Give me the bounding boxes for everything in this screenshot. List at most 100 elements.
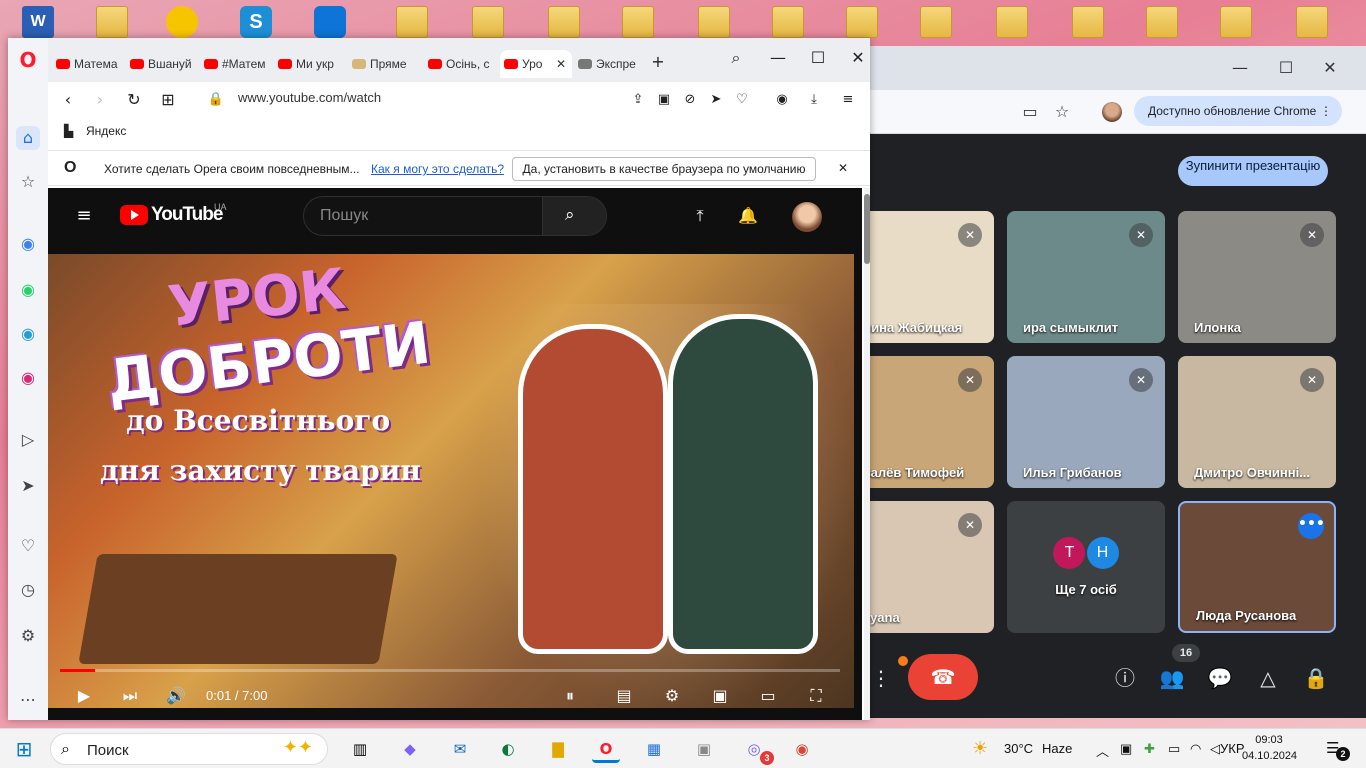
stop-presenting-button[interactable]: Зупинити презентацію bbox=[1178, 156, 1328, 186]
teamviewer-icon[interactable] bbox=[314, 6, 346, 38]
minimize-icon[interactable]: — bbox=[766, 46, 790, 70]
close-icon[interactable]: ✕ bbox=[1320, 58, 1340, 78]
folder-icon[interactable] bbox=[472, 6, 504, 38]
autoplay-toggle-icon[interactable]: ⏸ bbox=[558, 684, 582, 708]
participant-tile[interactable]: ✕ Дмитро Овчинні... bbox=[1178, 356, 1336, 488]
task-view-icon[interactable]: ▥ bbox=[346, 735, 374, 763]
camera-icon[interactable]: ▭ bbox=[1020, 102, 1040, 122]
history-icon[interactable]: ◷ bbox=[16, 578, 40, 602]
theater-mode-icon[interactable]: ▭ bbox=[756, 684, 780, 708]
download-icon[interactable]: ⤓ bbox=[802, 88, 826, 112]
telegram-icon[interactable]: ◉ bbox=[16, 322, 40, 346]
close-tab-icon[interactable]: ✕ bbox=[556, 50, 566, 78]
leave-call-button[interactable]: ☎ bbox=[908, 654, 978, 700]
wifi-icon[interactable]: ◠ bbox=[1190, 741, 1201, 757]
folder-icon[interactable] bbox=[1220, 6, 1252, 38]
folder-icon[interactable] bbox=[622, 6, 654, 38]
tab-active[interactable]: Уро ✕ bbox=[500, 50, 572, 78]
bookmarks-icon[interactable]: ☆ bbox=[16, 170, 40, 194]
chat-icon[interactable]: 💬 bbox=[1204, 662, 1236, 694]
folder-icon[interactable] bbox=[548, 6, 580, 38]
participant-tile[interactable]: ✕ ира сымыклит bbox=[1007, 211, 1165, 343]
tab[interactable]: Матема bbox=[52, 50, 122, 78]
folder-icon[interactable] bbox=[772, 6, 804, 38]
participant-tile-self[interactable]: ••• Люда Русанова bbox=[1178, 501, 1336, 633]
messenger-icon[interactable]: ◉ bbox=[16, 232, 40, 256]
minimize-icon[interactable]: — bbox=[1230, 58, 1250, 78]
viber-icon[interactable]: ◎ 3 bbox=[740, 735, 774, 765]
menu-icon[interactable]: ≡ bbox=[72, 204, 96, 228]
chrome-taskbar-icon[interactable]: ◉ bbox=[788, 735, 816, 763]
tab[interactable]: Пряме bbox=[348, 50, 420, 78]
info-icon[interactable]: ⓘ bbox=[1109, 662, 1141, 694]
tray-app-icon[interactable]: ✚ bbox=[1144, 741, 1155, 757]
people-icon[interactable]: 👥 bbox=[1156, 662, 1188, 694]
folder-icon[interactable] bbox=[698, 6, 730, 38]
notifications-icon[interactable]: 🔔 bbox=[736, 204, 760, 228]
share-icon[interactable]: ⇪ bbox=[626, 88, 650, 112]
participant-tile[interactable]: ✕ Илонка bbox=[1178, 211, 1336, 343]
weather-desc[interactable]: Haze bbox=[1042, 741, 1072, 756]
tray-app-icon[interactable]: ▣ bbox=[1120, 741, 1132, 757]
participant-tile[interactable]: ✕ Илья Грибанов bbox=[1007, 356, 1165, 488]
tabs-grid-icon[interactable]: ⊞ bbox=[156, 88, 180, 112]
settings-icon[interactable]: ⚙ bbox=[16, 624, 40, 648]
account-icon[interactable]: ◉ bbox=[770, 88, 794, 112]
instagram-icon[interactable]: ◉ bbox=[16, 366, 40, 390]
language-indicator[interactable]: УКР bbox=[1220, 741, 1245, 756]
more-participants-tile[interactable]: Т Н Ще 7 осіб bbox=[1007, 501, 1165, 633]
scrollbar-thumb[interactable] bbox=[864, 194, 870, 264]
notice-link[interactable]: Как я могу это сделать? bbox=[371, 162, 504, 176]
player-icon[interactable]: ▷ bbox=[16, 428, 40, 452]
easy-setup-icon[interactable]: ≡ bbox=[836, 88, 860, 112]
folder-icon[interactable] bbox=[1072, 6, 1104, 38]
youtube-logo-icon[interactable] bbox=[120, 205, 148, 225]
send-icon[interactable]: ➤ bbox=[704, 88, 728, 112]
more-icon[interactable]: ⋯ bbox=[16, 688, 40, 712]
copilot-icon[interactable]: ◆ bbox=[396, 735, 424, 763]
speaker-icon[interactable]: ◁ bbox=[1210, 741, 1220, 757]
adblock-icon[interactable]: ⊘ bbox=[678, 88, 702, 112]
profile-avatar[interactable] bbox=[1102, 102, 1122, 122]
video-player[interactable]: УРОК ДОБРОТИ до Всесвітнього дня захисту… bbox=[48, 254, 854, 708]
chrome-update-button[interactable]: Доступно обновление Chrome ⋮ bbox=[1134, 96, 1342, 126]
heart-icon[interactable]: ♡ bbox=[730, 88, 754, 112]
tab[interactable]: Экспре bbox=[574, 50, 646, 78]
edge-icon[interactable]: ◐ bbox=[494, 735, 522, 763]
activities-icon[interactable]: △ bbox=[1252, 662, 1284, 694]
store-icon[interactable]: ▦ bbox=[640, 735, 668, 763]
whatsapp-icon[interactable]: ◉ bbox=[16, 278, 40, 302]
forward-icon[interactable]: › bbox=[88, 88, 112, 112]
weather-temp[interactable]: 30°C bbox=[1004, 741, 1033, 756]
app-icon[interactable]: ▣ bbox=[690, 735, 718, 763]
tab[interactable]: Ми укр bbox=[274, 50, 346, 78]
chevron-up-icon[interactable]: ︿ bbox=[1096, 741, 1109, 760]
battery-icon[interactable]: ▭ bbox=[1168, 741, 1180, 757]
volume-icon[interactable]: 🔊 bbox=[164, 684, 188, 708]
folder-icon[interactable] bbox=[846, 6, 878, 38]
bookmark-yandex[interactable]: Яндекс bbox=[86, 124, 126, 138]
maximize-icon[interactable]: ☐ bbox=[806, 46, 830, 70]
folder-icon[interactable] bbox=[1146, 6, 1178, 38]
miniplayer-icon[interactable]: ▣ bbox=[708, 684, 732, 708]
mail-icon[interactable]: ✉ bbox=[446, 735, 474, 763]
scrollbar[interactable] bbox=[864, 188, 870, 720]
word-doc-icon[interactable]: W bbox=[22, 6, 54, 38]
avatar[interactable] bbox=[792, 202, 822, 232]
set-default-button[interactable]: Да, установить в качестве браузера по ум… bbox=[512, 157, 816, 181]
folder-icon[interactable] bbox=[96, 6, 128, 38]
windows-start-icon[interactable]: ⊞ bbox=[10, 735, 38, 763]
send-icon[interactable]: ➤ bbox=[16, 474, 40, 498]
folder-icon[interactable] bbox=[920, 6, 952, 38]
star-icon[interactable]: ☆ bbox=[1052, 102, 1072, 122]
host-controls-icon[interactable]: 🔒 bbox=[1300, 662, 1332, 694]
file-explorer-icon[interactable]: ▇ bbox=[544, 735, 572, 763]
play-icon[interactable]: ▶ bbox=[72, 684, 96, 708]
heart-icon[interactable]: ♡ bbox=[16, 534, 40, 558]
search-input[interactable]: Пошук ⌕ bbox=[303, 196, 607, 236]
close-icon[interactable]: ✕ bbox=[838, 161, 848, 175]
close-icon[interactable]: ✕ bbox=[846, 46, 870, 70]
camera-icon[interactable]: ▣ bbox=[652, 88, 676, 112]
folder-icon[interactable] bbox=[1296, 6, 1328, 38]
clock[interactable]: 09:03 04.10.2024 bbox=[1242, 732, 1297, 764]
